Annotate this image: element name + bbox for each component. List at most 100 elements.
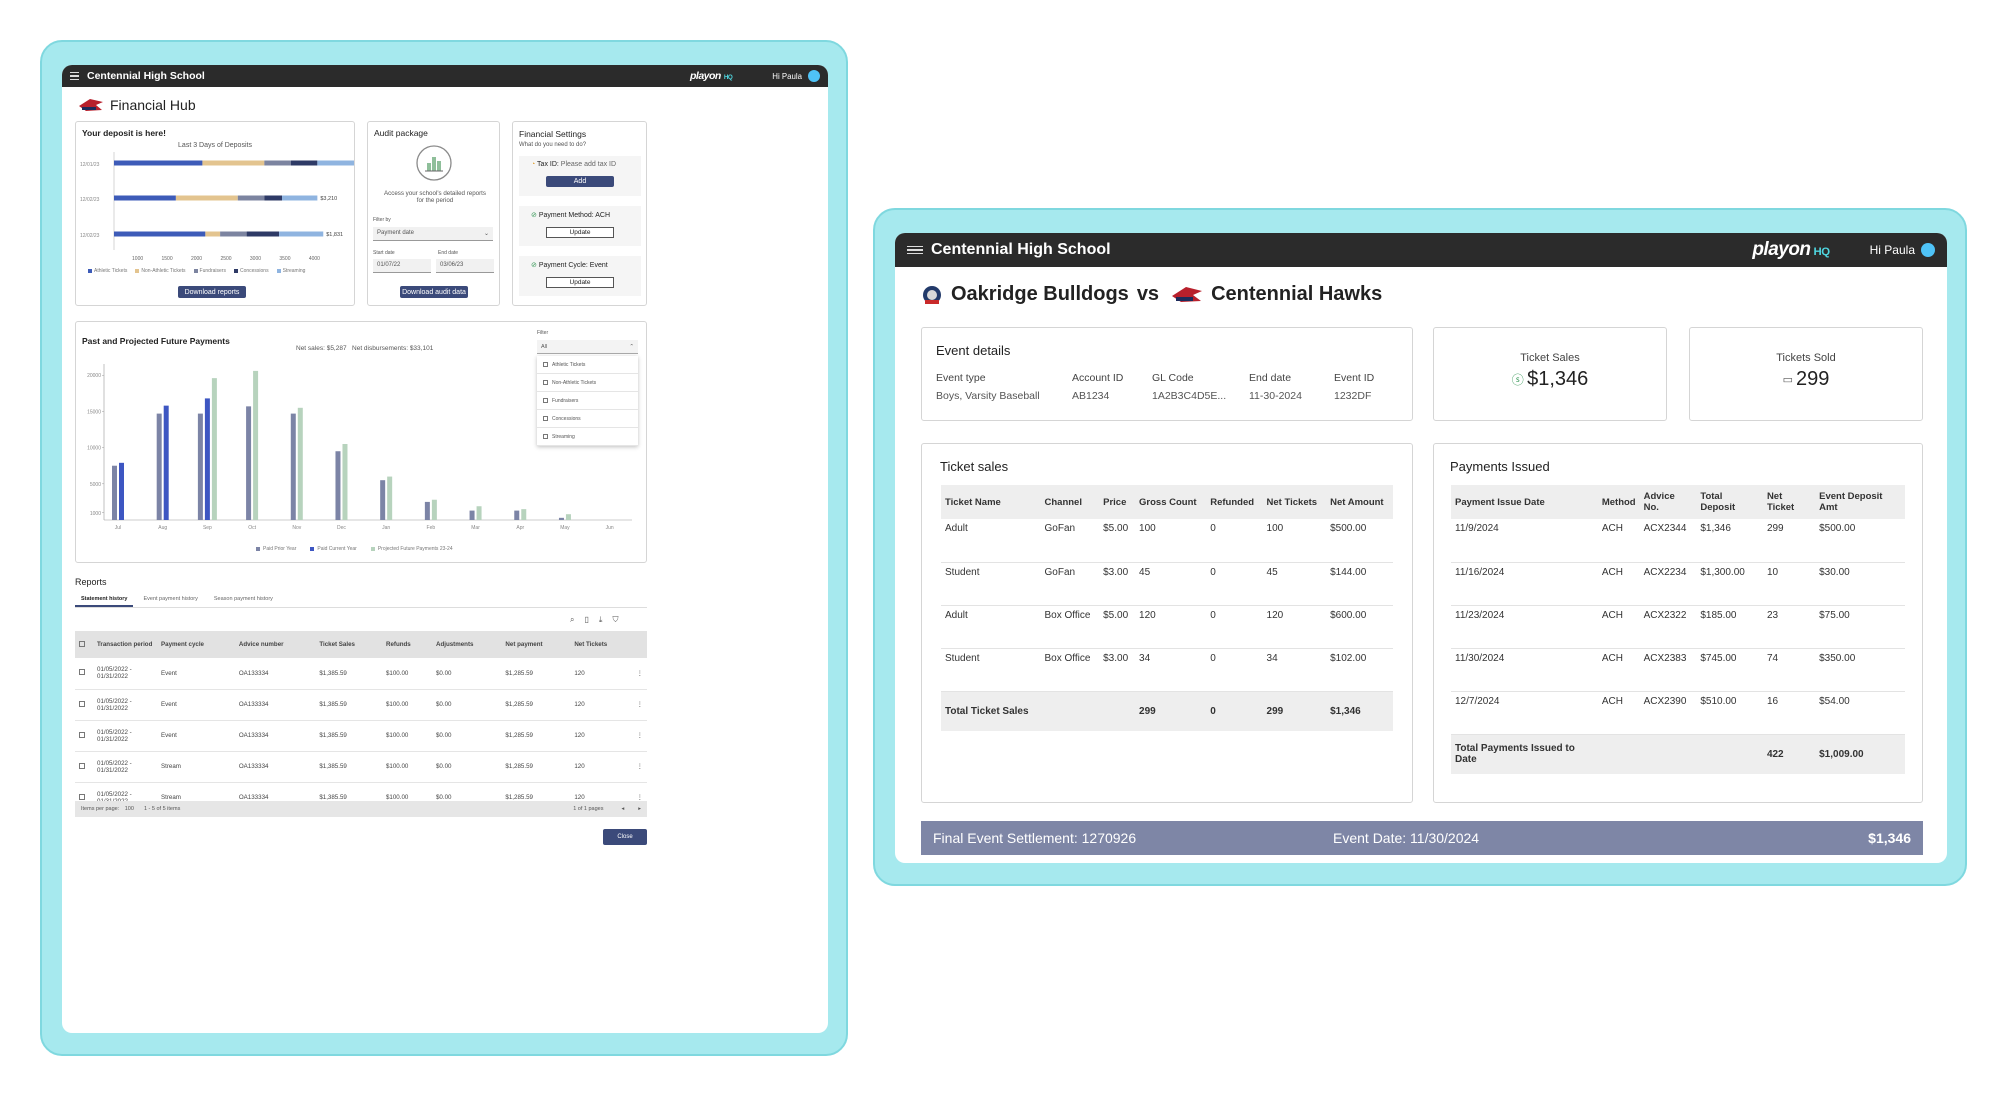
playon-logo: playon HQ	[689, 70, 733, 82]
table-cell: 34	[1262, 648, 1327, 692]
dollar-circle-icon: ⓢ	[1511, 373, 1528, 388]
menu-icon[interactable]	[907, 245, 923, 255]
table-row[interactable]: 01/05/2022 - 01/31/2022 Event OA133334 $1,3…	[75, 689, 647, 721]
col-header: Net Ticket	[1762, 485, 1816, 519]
col-net-payment: Net payment	[501, 631, 571, 658]
update-cycle-button[interactable]: Update	[546, 277, 614, 288]
add-tax-id-button[interactable]: Add	[546, 176, 614, 187]
row-menu-icon[interactable]: ⋮	[632, 720, 647, 752]
legend-item: Athletic Tickets	[88, 268, 127, 274]
row-checkbox[interactable]	[79, 700, 85, 707]
option-checkbox[interactable]	[543, 362, 548, 367]
user-icon[interactable]	[1921, 243, 1935, 257]
cell-adj: $0.00	[431, 689, 502, 721]
col-net-tickets: Net Tickets	[570, 631, 633, 658]
bar	[476, 506, 482, 520]
filter-icon[interactable]: ⛉	[612, 615, 618, 625]
legend-item: Streaming	[276, 268, 305, 274]
start-date-field[interactable]: 01/07/22	[373, 259, 431, 273]
ticket-sales-table: Ticket Name Channel Price Gross Count Refund…	[941, 485, 1393, 731]
download-audit-button[interactable]: Download audit data	[400, 286, 468, 298]
filter-by-select[interactable]: Payment date ⌄	[373, 227, 493, 241]
option-checkbox[interactable]	[543, 416, 548, 421]
bar	[204, 398, 210, 520]
tab-statement-history[interactable]: Statement history	[75, 594, 134, 607]
total-cell: $1,009.00	[1815, 734, 1905, 774]
table-cell: $30.00	[1815, 562, 1905, 606]
menu-icon[interactable]	[70, 71, 79, 81]
greeting: Hi Paula	[772, 71, 802, 81]
tab-event-payment-history[interactable]: Event payment history	[143, 594, 197, 607]
download-reports-button[interactable]: Download reports	[178, 286, 246, 298]
payments-filter-select[interactable]: All ⌃	[537, 340, 638, 354]
audit-desc: Access your school's detailed reports fo…	[384, 190, 486, 204]
file-icon[interactable]: ▯	[584, 615, 588, 625]
x-tick-label: Feb	[427, 525, 436, 531]
cell-adj: $0.00	[431, 658, 502, 690]
filter-option[interactable]: Non-Athletic Tickets	[537, 374, 638, 392]
table-cell: 120	[1135, 605, 1207, 649]
x-tick-label: Sep	[203, 525, 212, 531]
end-date-field[interactable]: 03/06/23	[436, 259, 494, 273]
account-id-value: AB1234	[1072, 390, 1110, 402]
gl-code-label: GL Code	[1152, 372, 1194, 384]
next-page-icon[interactable]: ▸	[638, 806, 641, 812]
bar	[112, 465, 117, 520]
table-row[interactable]: 01/05/2022 - 01/31/2022StreamOA133334$1,…	[75, 751, 647, 783]
legend-swatch	[310, 547, 315, 551]
option-checkbox[interactable]	[543, 398, 548, 403]
cell-sales: $1,385.59	[315, 658, 382, 690]
legend-item: Fundraisers	[193, 268, 226, 274]
tickets-sold-kpi-label: Tickets Sold	[1776, 352, 1836, 364]
cell-period: 01/05/2022 - 01/31/2022	[93, 658, 157, 690]
user-icon[interactable]	[808, 70, 820, 82]
y-tick-label: 10000	[87, 446, 101, 452]
update-method-button[interactable]: Update	[546, 227, 614, 238]
table-row[interactable]: 01/05/2022 - 01/31/2022 Event OA133334 $1,3…	[75, 658, 647, 690]
row-checkbox[interactable]	[79, 793, 85, 800]
table-row[interactable]: 01/05/2022 - 01/31/2022 Event OA133334 $1,3…	[75, 720, 647, 752]
event-type-label: Event type	[936, 372, 986, 384]
top-bar: Centennial High School playon HQ Hi Paula	[895, 233, 1947, 267]
select-all-checkbox[interactable]	[79, 640, 85, 647]
total-cell: Total Ticket Sales	[941, 691, 1041, 731]
prev-page-icon[interactable]: ◂	[621, 806, 624, 812]
filter-by-label: Filter by	[373, 217, 391, 223]
event-detail-frame: Centennial High School playon HQ Hi Paula…	[873, 208, 1967, 886]
row-menu-icon[interactable]: ⋮	[632, 751, 647, 783]
bar-segment	[317, 160, 354, 166]
filter-option[interactable]: Streaming	[537, 428, 638, 446]
x-tick-label: 2500	[220, 256, 231, 262]
total-row: Total Payments Issued to Date 422 $1,009.0…	[1451, 734, 1905, 774]
option-checkbox[interactable]	[543, 434, 548, 439]
page-select[interactable]: 1	[573, 806, 576, 812]
option-checkbox[interactable]	[543, 380, 548, 385]
table-cell: 299	[1762, 519, 1816, 563]
deposit-chart: 12/01/23$3,54012/02/23$3,21012/02/23$1,8…	[80, 152, 354, 262]
download-icon[interactable]: ⤓	[599, 615, 603, 625]
cycle-value: Event	[589, 262, 608, 269]
settings-method-row: ⊘ Payment Method: ACH Update	[519, 206, 641, 246]
close-button[interactable]: Close	[603, 829, 647, 845]
tab-season-payment-history[interactable]: Season payment history	[208, 594, 279, 607]
table-cell: 0	[1206, 519, 1263, 563]
x-tick-label: Apr	[516, 525, 524, 531]
bar-segment	[279, 231, 324, 237]
table-cell: Adult	[941, 605, 1041, 649]
row-checkbox[interactable]	[79, 731, 85, 738]
filter-option[interactable]: Athletic Tickets	[537, 356, 638, 374]
data-label: $1,831	[326, 232, 343, 238]
search-icon[interactable]: ⌕	[570, 615, 574, 625]
cell-advice: OA133334	[234, 658, 316, 690]
row-menu-icon[interactable]: ⋮	[632, 689, 647, 721]
cell-tickets: 120	[570, 720, 633, 752]
filter-option[interactable]: Concessions	[537, 410, 638, 428]
end-date-label: End date	[438, 250, 459, 256]
table-cell: Box Office	[1040, 605, 1100, 649]
row-checkbox[interactable]	[79, 669, 85, 676]
items-per-page-select[interactable]: 100	[125, 806, 134, 812]
filter-option[interactable]: Fundraisers	[537, 392, 638, 410]
row-menu-icon[interactable]: ⋮	[632, 658, 647, 690]
start-date-label: Start date	[373, 250, 395, 256]
row-checkbox[interactable]	[79, 762, 85, 769]
